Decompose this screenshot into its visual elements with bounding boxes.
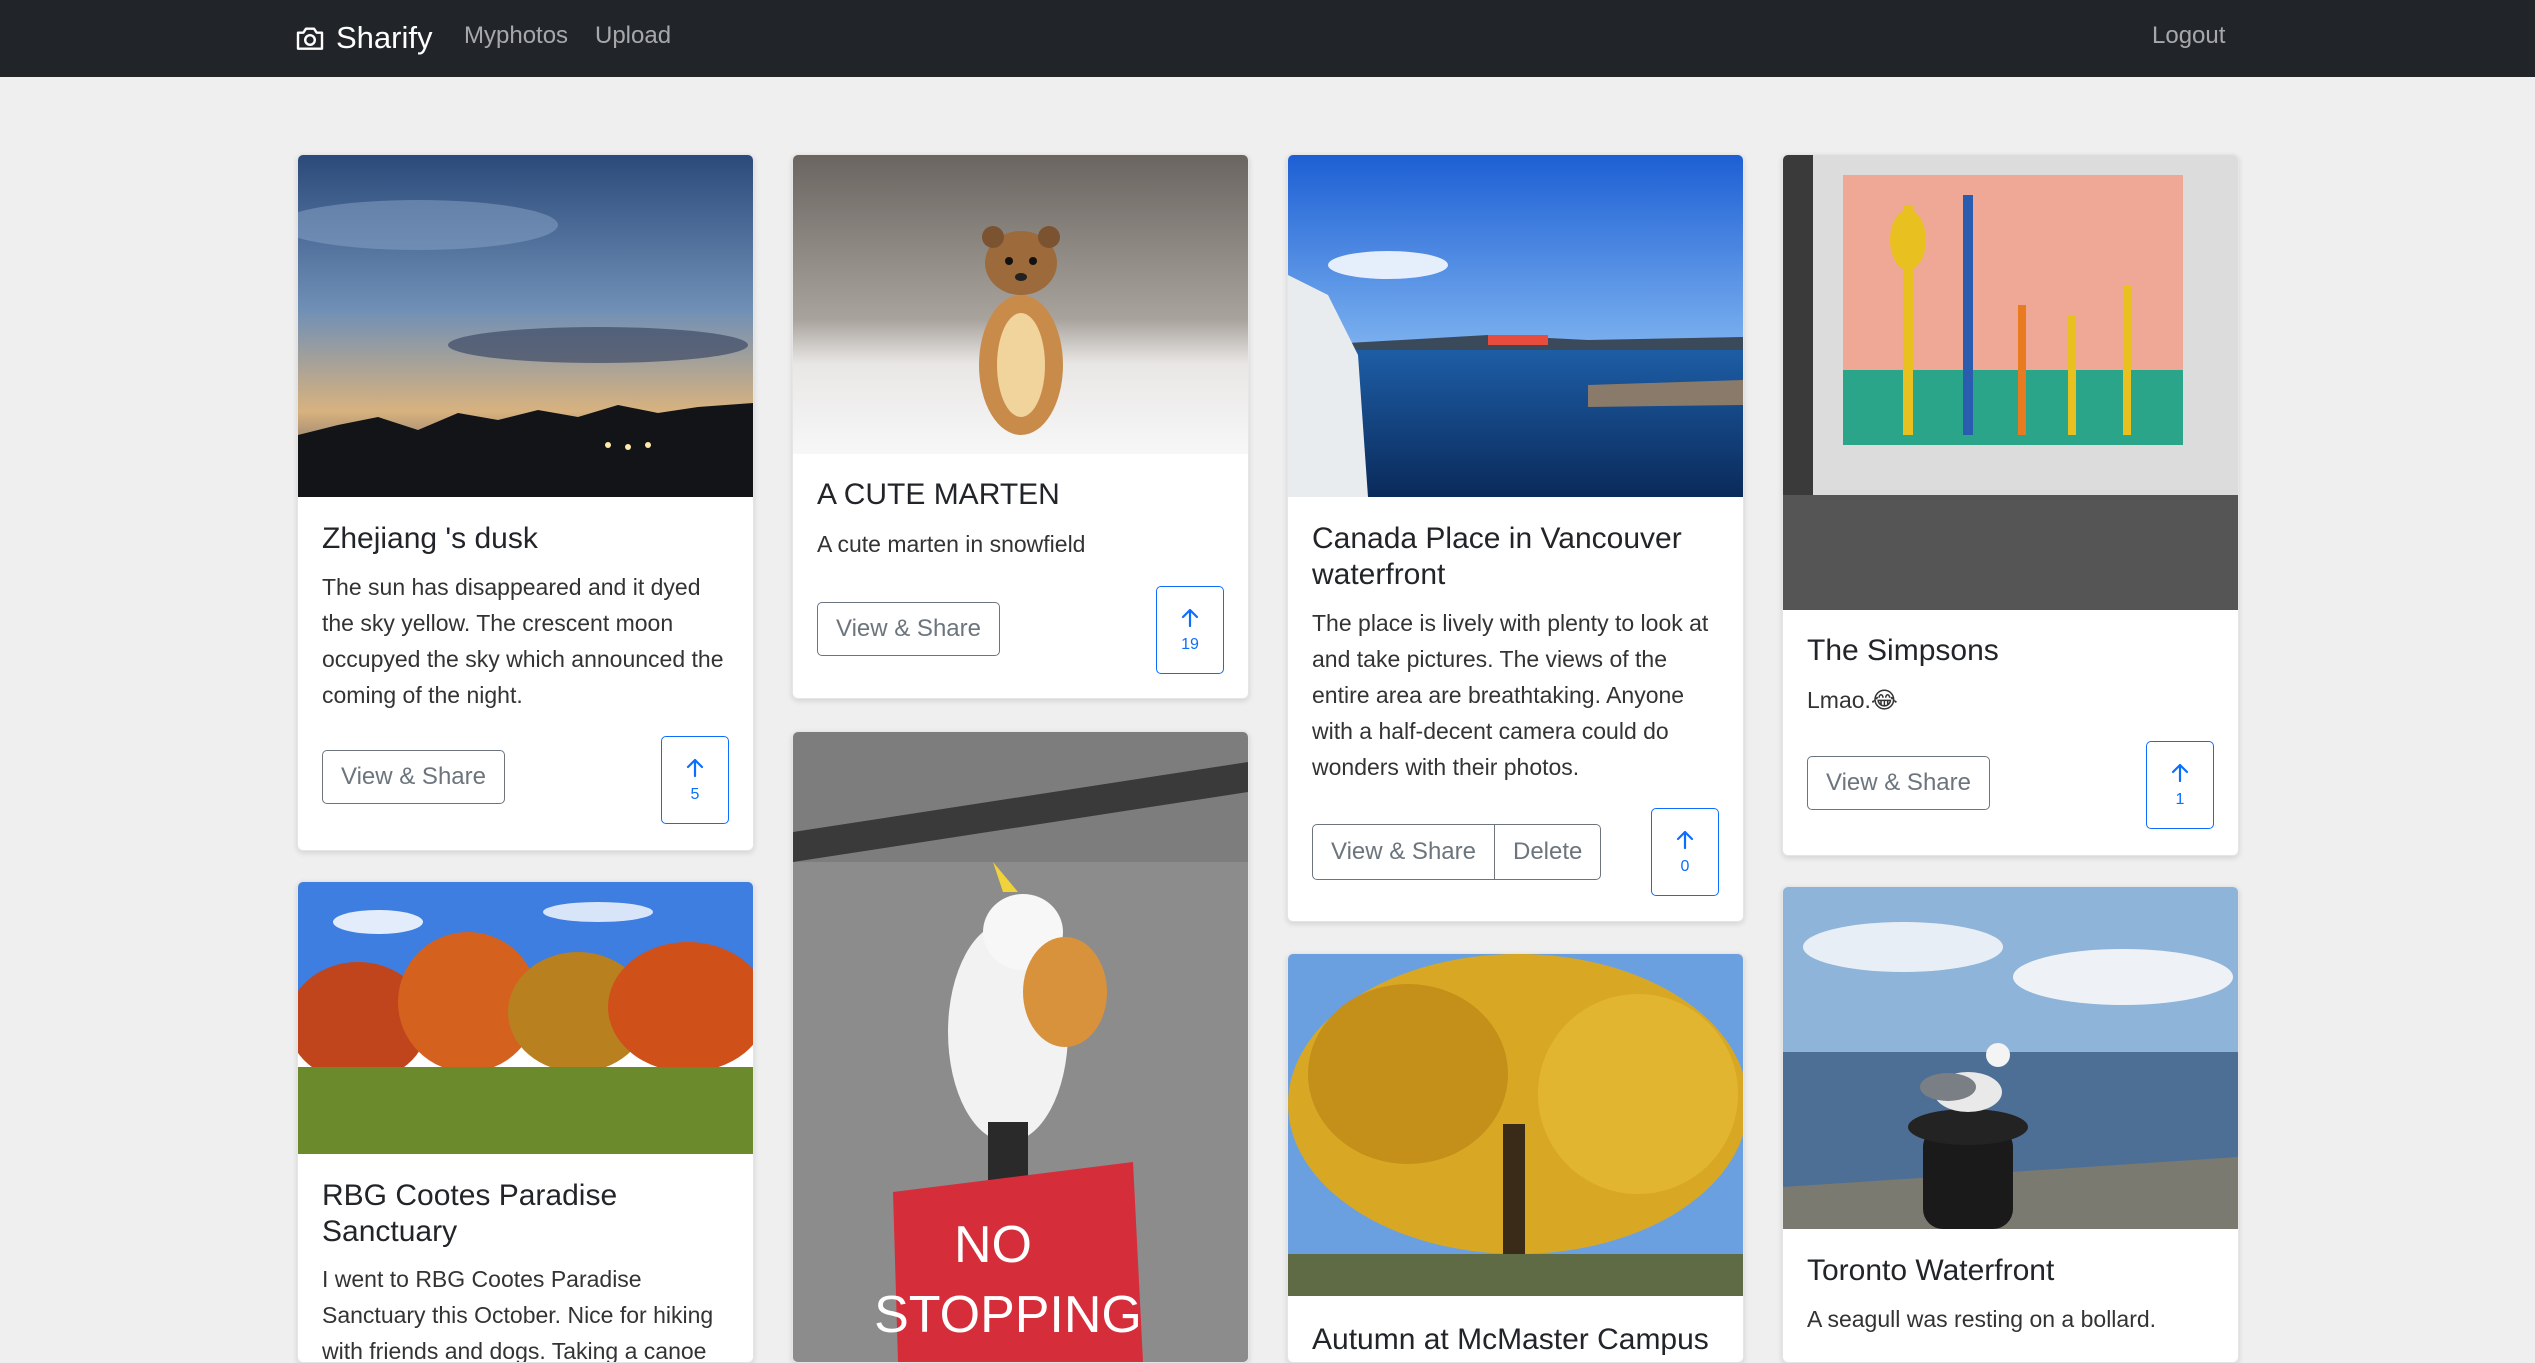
card-actions: View & Share Delete: [1312, 824, 1602, 880]
photo-card: Autumn at McMaster Campus: [1287, 953, 1744, 1363]
view-share-button[interactable]: View & Share: [322, 750, 505, 804]
photo-simpsons: [1783, 155, 2238, 610]
brand-link[interactable]: Sharify: [294, 18, 432, 58]
card-description: Lmao.😂: [1807, 687, 1898, 713]
upvote-button[interactable]: 1: [2146, 741, 2214, 829]
upvote-button[interactable]: 19: [1156, 586, 1224, 674]
photo-cootes: [298, 882, 753, 1154]
view-share-button[interactable]: View & Share: [817, 602, 1000, 656]
photo-card: RBG Cootes Paradise Sanctuary I went to …: [297, 881, 754, 1363]
photo-card: Zhejiang 's dusk The sun has disappeared…: [297, 154, 754, 851]
upvote-count: 0: [1680, 858, 1690, 875]
view-share-button[interactable]: View & Share: [1807, 756, 1990, 810]
card-description: A seagull was resting on a bollard.: [1807, 1306, 2157, 1332]
upvote-count: 19: [1181, 636, 1199, 653]
view-share-button[interactable]: View & Share: [1312, 824, 1495, 880]
card-title: RBG Cootes Paradise Sanctuary: [322, 1179, 618, 1248]
photo-card: A CUTE MARTEN A cute marten in snowfield…: [792, 154, 1249, 699]
photo-mcmaster: [1288, 954, 1743, 1296]
arrow-up-icon: [2171, 763, 2189, 783]
upvote-count: 5: [690, 786, 700, 803]
card-title: Toronto Waterfront: [1807, 1254, 2055, 1287]
logout-link[interactable]: Logout: [2152, 22, 2225, 50]
card-description: The place is lively with plenty to look …: [1312, 610, 1709, 780]
arrow-up-icon: [1676, 830, 1694, 850]
card-title: Canada Place in Vancouver waterfront: [1312, 522, 1682, 591]
card-description: A cute marten in snowfield: [817, 531, 1086, 557]
arrow-up-icon: [1181, 608, 1199, 628]
nav-myphotos[interactable]: Myphotos: [464, 22, 568, 50]
photo-card: NO STOPPING: [792, 731, 1249, 1363]
photo-card: Canada Place in Vancouver waterfront The…: [1287, 154, 1744, 922]
photo-cockatoo: NO STOPPING: [793, 732, 1248, 1362]
upvote-button[interactable]: 0: [1651, 808, 1719, 896]
photo-dusk: [298, 155, 753, 497]
upvote-count: 1: [2175, 791, 2185, 808]
card-title: Autumn at McMaster Campus: [1312, 1323, 1709, 1356]
photo-canada-place: [1288, 155, 1743, 497]
sign-text-line-1: NO: [954, 1216, 1032, 1274]
card-description: I went to RBG Cootes Paradise Sanctuary …: [322, 1266, 714, 1363]
photo-card: Toronto Waterfront A seagull was resting…: [1782, 886, 2239, 1363]
card-title: A CUTE MARTEN: [817, 478, 1060, 511]
arrow-up-icon: [686, 758, 704, 778]
top-navbar: Sharify Myphotos Upload Logout: [0, 0, 2535, 77]
card-description: The sun has disappeared and it dyed the …: [322, 574, 724, 708]
camera-icon: [296, 27, 324, 50]
upvote-button[interactable]: 5: [661, 736, 729, 824]
photo-card: The Simpsons Lmao.😂 View & Share 1: [1782, 154, 2239, 856]
card-title: Zhejiang 's dusk: [322, 522, 538, 555]
brand-label: Sharify: [336, 20, 433, 55]
nav-upload[interactable]: Upload: [595, 22, 671, 50]
delete-button[interactable]: Delete: [1494, 824, 1602, 880]
card-title: The Simpsons: [1807, 634, 1999, 667]
photo-marten: [793, 155, 1248, 454]
photo-toronto-waterfront: [1783, 887, 2238, 1229]
sign-text-line-2: STOPPING: [874, 1286, 1142, 1344]
